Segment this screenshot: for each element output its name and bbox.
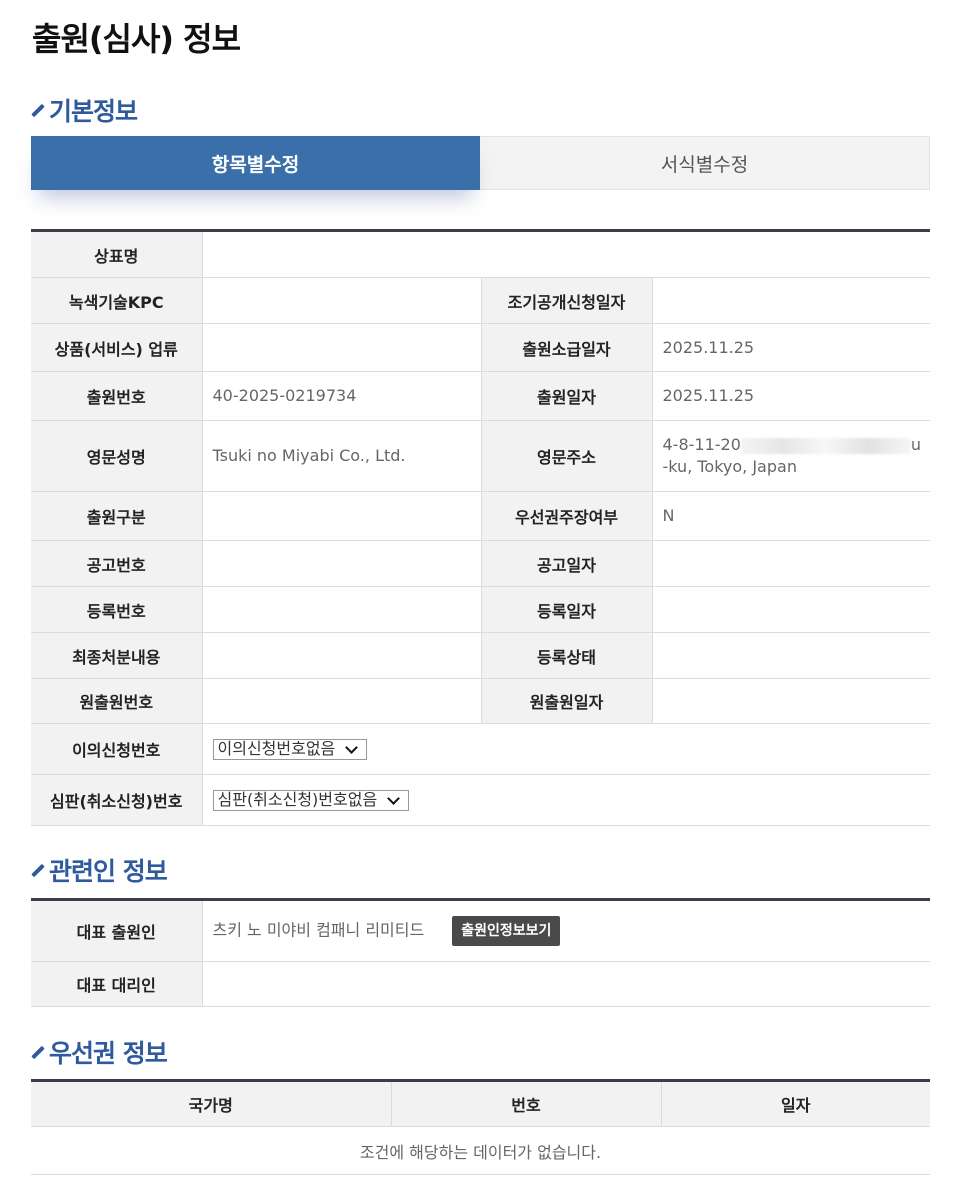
table-row: 영문성명 Tsuki no Miyabi Co., Ltd. 영문주소 4-8-… (31, 420, 931, 492)
section-title-related-text: 관련인 정보 (49, 857, 168, 886)
orig-app-number-label: 원출원번호 (31, 678, 202, 724)
table-header-row: 국가명 번호 일자 (31, 1080, 930, 1127)
goods-class-label: 상품(서비스) 업류 (31, 323, 202, 372)
trial-select-value: 심판(취소신청)번호없음 (217, 790, 378, 809)
orig-app-date-label: 원출원일자 (480, 678, 652, 724)
trial-value: 심판(취소신청)번호없음 (201, 774, 931, 826)
table-row: 상품(서비스) 업류 출원소급일자 2025.11.25 (31, 323, 931, 372)
app-date-label: 출원일자 (480, 371, 652, 421)
reg-date-label: 등록일자 (480, 586, 652, 633)
early-pub-date-label: 조기공개신청일자 (480, 277, 652, 324)
table-row: 이의신청번호 이의신청번호없음 (31, 723, 931, 775)
en-name-value: Tsuki no Miyabi Co., Ltd. (201, 420, 481, 492)
table-row: 출원구분 우선권주장여부 N (31, 491, 931, 541)
en-address-label: 영문주소 (480, 420, 652, 492)
app-type-value (201, 491, 481, 541)
en-address-line1-start: 4-8-11-20 (662, 435, 741, 454)
en-address-line2: -ku, Tokyo, Japan (662, 457, 797, 476)
pen-icon (31, 101, 45, 119)
redacted-blur (740, 437, 911, 454)
opposition-select[interactable]: 이의신청번호없음 (212, 738, 368, 760)
table-row: 최종처분내용 등록상태 (31, 632, 931, 679)
reg-number-label: 등록번호 (31, 586, 202, 633)
trial-select[interactable]: 심판(취소신청)번호없음 (212, 789, 410, 811)
table-row: 대표 대리인 (31, 961, 930, 1007)
tab-item-edit[interactable]: 항목별수정 (31, 136, 480, 190)
section-title-related: 관련인 정보 (31, 852, 168, 888)
col-header-number: 번호 (390, 1080, 661, 1127)
table-row: 원출원번호 원출원일자 (31, 678, 931, 724)
trial-label: 심판(취소신청)번호 (31, 774, 202, 826)
en-address-line1-end: u (910, 435, 921, 454)
rep-applicant-name: 츠키 노 미야비 컴패니 리미티드 (212, 920, 425, 940)
empty-message: 조건에 해당하는 데이터가 없습니다. (31, 1126, 930, 1175)
section-title-basic-text: 기본정보 (49, 97, 138, 126)
rep-applicant-value: 츠키 노 미야비 컴패니 리미티드 출원인정보보기 (201, 899, 930, 962)
pub-date-label: 공고일자 (480, 540, 652, 587)
opposition-select-value: 이의신청번호없음 (217, 739, 336, 758)
app-number-value: 40-2025-0219734 (201, 371, 481, 421)
priority-claim-value: N (651, 491, 931, 541)
reg-date-value (651, 586, 931, 633)
app-date-value: 2025.11.25 (651, 371, 931, 421)
green-kpc-label: 녹색기술KPC (31, 277, 202, 324)
tab-form-edit[interactable]: 서식별수정 (480, 136, 930, 190)
table-row: 등록번호 등록일자 (31, 586, 931, 633)
app-type-label: 출원구분 (31, 491, 202, 541)
reg-status-label: 등록상태 (480, 632, 652, 679)
pub-number-value (201, 540, 481, 587)
table-row: 녹색기술KPC 조기공개신청일자 (31, 277, 931, 324)
pen-icon (31, 1043, 45, 1061)
view-applicant-info-button[interactable]: 출원인정보보기 (452, 916, 561, 946)
orig-app-number-value (201, 678, 481, 724)
table-row: 조건에 해당하는 데이터가 없습니다. (31, 1126, 930, 1175)
app-number-label: 출원번호 (31, 371, 202, 421)
chevron-down-icon (345, 740, 359, 754)
orig-app-date-value (651, 678, 931, 724)
table-row: 상표명 (31, 230, 931, 278)
trademark-name-value (201, 230, 931, 278)
en-address-value: 4-8-11-20 u -ku, Tokyo, Japan (651, 420, 931, 492)
table-row: 심판(취소신청)번호 심판(취소신청)번호없음 (31, 774, 931, 826)
priority-table: 국가명 번호 일자 조건에 해당하는 데이터가 없습니다. (31, 1079, 930, 1175)
section-title-priority: 우선권 정보 (31, 1034, 168, 1070)
reg-status-value (651, 632, 931, 679)
section-title-priority-text: 우선권 정보 (49, 1039, 168, 1068)
col-header-date: 일자 (660, 1080, 930, 1127)
green-kpc-value (201, 277, 481, 324)
rep-applicant-label: 대표 출원인 (31, 899, 202, 962)
chevron-down-icon (387, 791, 401, 805)
early-pub-date-value (651, 277, 931, 324)
opposition-value: 이의신청번호없음 (201, 723, 931, 775)
rep-agent-value (201, 961, 930, 1007)
final-disposition-value (201, 632, 481, 679)
reg-number-value (201, 586, 481, 633)
page-title: 출원(심사) 정보 (32, 20, 241, 58)
en-name-label: 영문성명 (31, 420, 202, 492)
retro-date-label: 출원소급일자 (480, 323, 652, 372)
pub-date-value (651, 540, 931, 587)
goods-class-value (201, 323, 481, 372)
section-title-basic: 기본정보 (31, 92, 138, 128)
table-row: 공고번호 공고일자 (31, 540, 931, 587)
trademark-name-label: 상표명 (31, 230, 202, 278)
pen-icon (31, 861, 45, 879)
pub-number-label: 공고번호 (31, 540, 202, 587)
basic-info-table: 상표명 녹색기술KPC 조기공개신청일자 상품(서비스) 업류 출원소급일자 2… (31, 229, 931, 826)
final-disposition-label: 최종처분내용 (31, 632, 202, 679)
priority-claim-label: 우선권주장여부 (480, 491, 652, 541)
retro-date-value: 2025.11.25 (651, 323, 931, 372)
related-info-table: 대표 출원인 츠키 노 미야비 컴패니 리미티드 출원인정보보기 대표 대리인 (31, 898, 930, 1007)
table-row: 대표 출원인 츠키 노 미야비 컴패니 리미티드 출원인정보보기 (31, 899, 930, 962)
opposition-label: 이의신청번호 (31, 723, 202, 775)
rep-agent-label: 대표 대리인 (31, 961, 202, 1007)
edit-mode-tabs: 항목별수정 서식별수정 (31, 136, 930, 190)
col-header-country: 국가명 (31, 1080, 391, 1127)
table-row: 출원번호 40-2025-0219734 출원일자 2025.11.25 (31, 371, 931, 421)
